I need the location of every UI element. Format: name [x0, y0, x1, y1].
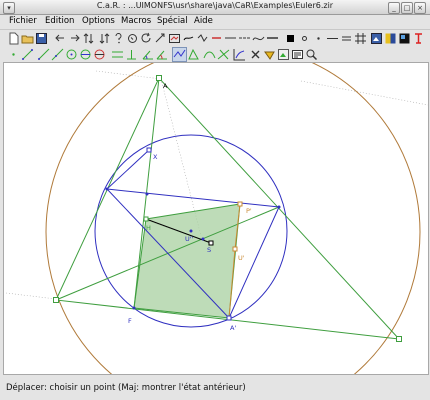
palette-yellow-icon[interactable] — [384, 32, 397, 45]
label-x: X — [153, 153, 158, 161]
point-a-prime[interactable] — [226, 315, 232, 321]
label-u-prime: U' — [238, 254, 245, 262]
point-p[interactable] — [237, 201, 243, 207]
label-a-prime: A' — [230, 324, 236, 332]
circle-icon[interactable] — [65, 48, 78, 61]
toggle-names-icon[interactable] — [266, 32, 279, 45]
point-icon[interactable] — [7, 48, 20, 61]
point[interactable] — [277, 205, 281, 209]
zoom-tool-icon[interactable] — [277, 48, 290, 61]
open-file-icon[interactable] — [21, 32, 34, 45]
function-icon[interactable] — [233, 48, 246, 61]
dot-icon[interactable] — [312, 32, 325, 45]
hide-tool-icon[interactable] — [263, 48, 276, 61]
app-window: ▾ C.a.R. : ...UIMONFS\usr\share\java\CaR… — [0, 0, 430, 400]
parallel-icon[interactable] — [111, 48, 124, 61]
zoom-icon[interactable] — [154, 32, 167, 45]
hash-icon[interactable] — [354, 32, 367, 45]
conic-icon[interactable] — [203, 48, 216, 61]
point-b[interactable] — [53, 297, 59, 303]
area-icon[interactable] — [217, 48, 230, 61]
fixed-angle-icon[interactable] — [155, 48, 168, 61]
grid-icon[interactable] — [168, 32, 181, 45]
new-file-icon[interactable] — [7, 32, 20, 45]
maximize-button[interactable]: □ — [401, 2, 413, 14]
menu-options[interactable]: Options — [82, 16, 115, 26]
label-a: A — [163, 82, 168, 90]
menu-fichier[interactable]: Fichier — [9, 16, 37, 26]
pedal-line[interactable] — [106, 149, 150, 190]
label-u2: U'' — [185, 235, 194, 243]
point[interactable] — [201, 237, 205, 241]
hide-icon[interactable] — [82, 32, 95, 45]
point[interactable] — [105, 187, 109, 191]
drawing-canvas[interactable]: A X H U'' S P' U' F A' — [3, 62, 429, 375]
curve-icon[interactable] — [252, 32, 265, 45]
minimize-button[interactable]: _ — [388, 2, 400, 14]
label-s: S — [207, 246, 211, 254]
polygon-icon[interactable] — [187, 48, 200, 61]
circle-fixed-icon[interactable] — [93, 48, 106, 61]
construction-toolbar — [0, 47, 430, 63]
move-tool-icon[interactable] — [172, 47, 187, 62]
save-icon[interactable] — [35, 32, 48, 45]
point[interactable] — [145, 192, 149, 196]
status-bar: Déplacer: choisir un point (Maj: montrer… — [0, 377, 430, 400]
point-u2[interactable] — [189, 229, 193, 233]
color-red-icon[interactable] — [196, 32, 209, 45]
ray-icon[interactable] — [37, 48, 50, 61]
line-icon[interactable] — [51, 48, 64, 61]
point-h[interactable] — [143, 216, 149, 222]
rotate-icon[interactable] — [140, 32, 153, 45]
menu-edition[interactable]: Edition — [45, 16, 74, 26]
line-style-icon[interactable] — [238, 32, 251, 45]
point-x[interactable] — [146, 147, 152, 153]
color-green-icon[interactable] — [210, 32, 223, 45]
point-small-icon[interactable] — [298, 32, 311, 45]
point-c[interactable] — [396, 336, 402, 342]
label-h: H — [146, 224, 151, 232]
color-blue-icon[interactable] — [224, 32, 237, 45]
circle-3-icon[interactable] — [79, 48, 92, 61]
status-text: Déplacer: choisir un point (Maj: montrer… — [6, 383, 246, 393]
redo-icon[interactable] — [68, 32, 81, 45]
point-a[interactable] — [156, 75, 162, 81]
close-button[interactable]: × — [414, 2, 426, 14]
delete-icon[interactable] — [249, 48, 262, 61]
point-f[interactable] — [132, 306, 136, 310]
color-black-icon[interactable] — [182, 32, 195, 45]
perpendicular-icon[interactable] — [125, 48, 138, 61]
menu-special[interactable]: Spécial — [157, 16, 188, 26]
help-icon[interactable] — [112, 32, 125, 45]
macro-icon[interactable] — [291, 48, 304, 61]
window-title: C.a.R. : ...UIMONFS\usr\share\java\CaR\E… — [96, 1, 334, 10]
main-toolbar — [0, 31, 430, 47]
square-black-icon[interactable] — [284, 32, 297, 45]
palette-blue-icon[interactable] — [370, 32, 383, 45]
menu-bar: Fichier Edition Options Macros Spécial A… — [0, 15, 430, 30]
point-s[interactable] — [208, 240, 214, 246]
menu-macros[interactable]: Macros — [121, 16, 151, 26]
point-u[interactable] — [232, 246, 238, 252]
construction-line — [95, 70, 162, 80]
question-icon[interactable] — [126, 32, 139, 45]
construction-line — [5, 292, 57, 300]
menu-aide[interactable]: Aide — [194, 16, 213, 26]
label-p-prime: P' — [246, 207, 252, 215]
label-f: F — [128, 317, 132, 325]
palette-black-icon[interactable] — [398, 32, 411, 45]
angle-icon[interactable] — [141, 48, 154, 61]
undo-icon[interactable] — [54, 32, 67, 45]
line-thin-icon[interactable] — [326, 32, 339, 45]
show-icon[interactable] — [98, 32, 111, 45]
tools-icon[interactable] — [305, 48, 318, 61]
geometry-drawing: A X H U'' S P' U' F A' — [5, 63, 428, 374]
construction-line — [300, 80, 428, 106]
segment-icon[interactable] — [21, 48, 34, 61]
title-bar: ▾ C.a.R. : ...UIMONFS\usr\share\java\CaR… — [0, 0, 430, 15]
equal-icon[interactable] — [340, 32, 353, 45]
text-red-icon[interactable] — [412, 32, 425, 45]
